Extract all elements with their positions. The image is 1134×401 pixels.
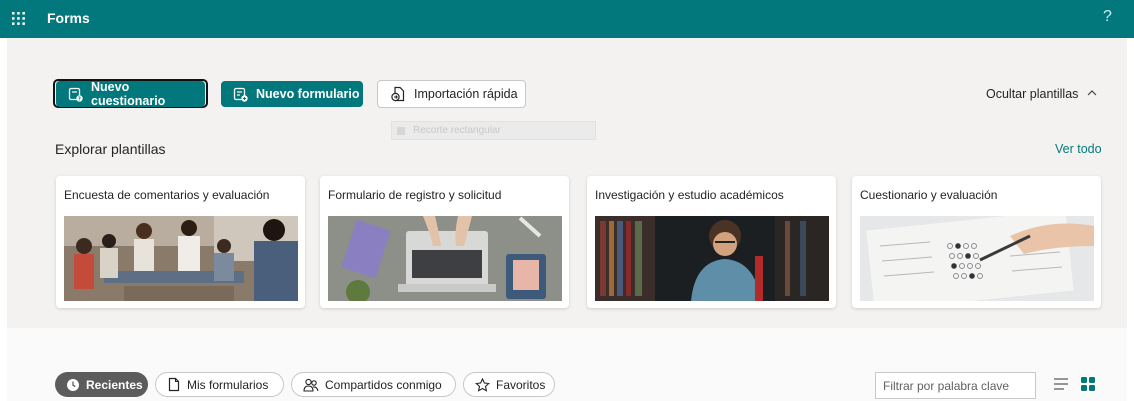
app-title[interactable]: Forms (47, 10, 90, 26)
help-icon[interactable]: ? (1103, 8, 1112, 26)
filter-my-forms-label: Mis formularios (187, 377, 269, 392)
form-icon (233, 87, 248, 102)
template-card-title: Encuesta de comentarios y evaluación (64, 188, 270, 202)
hide-templates-label: Ocultar plantillas (986, 87, 1079, 101)
filter-recent-label: Recientes (86, 377, 143, 392)
filter-my-forms[interactable]: Mis formularios (155, 372, 284, 397)
clock-icon (66, 378, 80, 392)
template-card-quiz[interactable]: Cuestionario y evaluación (852, 176, 1101, 308)
snip-label: Recorte rectangular (413, 125, 501, 136)
chevron-up-icon (1087, 90, 1097, 96)
template-card-title: Cuestionario y evaluación (860, 188, 998, 202)
snip-overlay: Recorte rectangular (391, 121, 596, 140)
left-margin (0, 38, 7, 401)
filter-shared-label: Compartidos conmigo (325, 377, 442, 392)
app-launcher-icon[interactable] (11, 11, 26, 26)
template-card-title: Investigación y estudio académicos (595, 188, 784, 202)
filter-favorites[interactable]: Favoritos (463, 372, 555, 397)
keyword-filter-input[interactable] (875, 372, 1036, 399)
template-card-feedback[interactable]: Encuesta de comentarios y evaluación (56, 176, 305, 308)
template-card-research[interactable]: Investigación y estudio académicos (587, 176, 836, 308)
quiz-icon: ? (68, 87, 83, 102)
filter-favorites-label: Favoritos (496, 377, 546, 392)
quick-import-label: Importación rápida (414, 87, 518, 101)
template-image-feedback (64, 216, 298, 301)
template-image-registration (328, 216, 562, 301)
top-bar: Forms ? (0, 0, 1134, 38)
quick-import-button[interactable]: Importación rápida (377, 80, 526, 108)
list-view-icon[interactable] (1053, 377, 1069, 391)
template-image-research (595, 216, 829, 301)
grid-view-icon[interactable] (1081, 377, 1095, 391)
document-icon (167, 377, 181, 392)
hide-templates-button[interactable]: Ocultar plantillas (986, 87, 1098, 101)
new-quiz-label: Nuevo cuestionario (91, 80, 166, 108)
template-card-title: Formulario de registro y solicitud (328, 188, 502, 202)
template-image-quiz (860, 216, 1094, 301)
new-quiz-button[interactable]: ? Nuevo cuestionario (56, 80, 205, 108)
right-margin (1127, 38, 1134, 401)
template-card-registration[interactable]: Formulario de registro y solicitud (320, 176, 569, 308)
see-all-link[interactable]: Ver todo (1055, 142, 1102, 156)
star-icon (475, 377, 490, 392)
explore-templates-title: Explorar plantillas (55, 141, 166, 157)
import-icon (390, 86, 406, 102)
new-form-label: Nuevo formulario (256, 87, 360, 101)
snip-icon (397, 126, 405, 135)
filter-shared[interactable]: Compartidos conmigo (291, 372, 456, 397)
svg-text:?: ? (78, 96, 81, 102)
new-form-button[interactable]: Nuevo formulario (221, 81, 363, 107)
filter-recent[interactable]: Recientes (55, 372, 148, 397)
people-icon (303, 378, 319, 392)
